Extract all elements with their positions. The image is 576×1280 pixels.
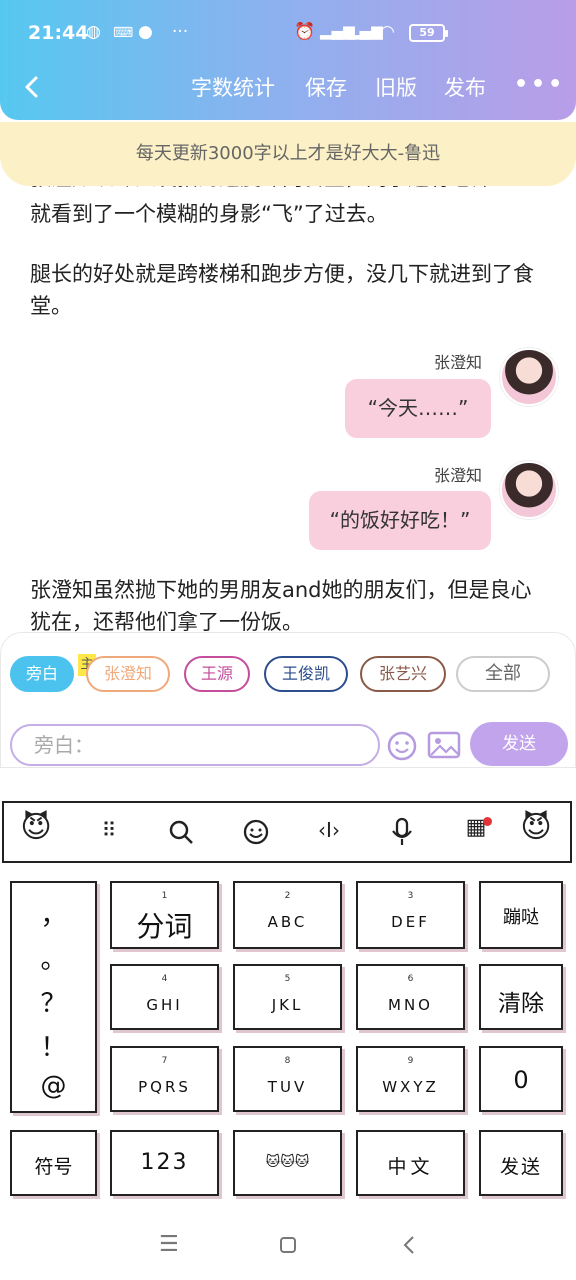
key-7-pqrs[interactable]: 7 PQRS — [110, 1046, 219, 1112]
comma-key[interactable]: ， — [12, 895, 95, 932]
key-2-abc[interactable]: 2 ABC — [233, 881, 342, 949]
chinese-mode-key[interactable]: 中文 — [356, 1130, 465, 1196]
question-key[interactable]: ？ — [12, 983, 95, 1020]
story-paragraph: 腿长的好处就是跨楼梯和跑步方便，没几下就进到了食堂。 — [30, 262, 534, 318]
word-count-button[interactable]: 字数统计 — [191, 72, 275, 102]
key-8-tuv[interactable]: 8 TUV — [233, 1046, 342, 1112]
menu-icon[interactable]: ☰ — [159, 1232, 179, 1257]
back-button[interactable] — [18, 72, 48, 102]
keyboard-send-key[interactable]: 发送 — [479, 1130, 563, 1196]
keyboard-status-icon: ⌨ — [113, 25, 134, 41]
signal-icon: ▂▄▆ — [348, 22, 383, 40]
keyboard-layout-icon[interactable]: ⠿ — [91, 818, 127, 842]
role-chip-narrator[interactable]: 旁白 — [10, 656, 74, 692]
key-bounce[interactable]: 蹦哒 — [479, 881, 563, 949]
home-icon[interactable] — [279, 1236, 297, 1254]
message-sender-name: 张澄知 — [434, 353, 483, 372]
save-button[interactable]: 保存 — [305, 72, 347, 102]
narration-input[interactable]: 旁白： — [10, 724, 380, 766]
emoji-icon[interactable] — [386, 730, 418, 762]
message-sender-name: 张澄知 — [434, 466, 483, 485]
old-version-button[interactable]: 旧版 — [375, 72, 417, 102]
kuromi-left-icon: 😈 — [20, 810, 52, 845]
key-3-def[interactable]: 3 DEF — [356, 881, 465, 949]
key-5-jkl[interactable]: 5 JKL — [233, 964, 342, 1030]
key-1-segment[interactable]: 1 分词 — [110, 881, 219, 949]
key-4-ghi[interactable]: 4 GHI — [110, 964, 219, 1030]
space-key[interactable]: 🐱🐱🐱 — [233, 1130, 342, 1196]
avatar[interactable] — [500, 348, 558, 406]
symbols-key[interactable]: 符号 — [10, 1130, 97, 1196]
cursor-move-icon[interactable]: ‹I› — [311, 818, 347, 842]
wifi-icon: ◠ — [380, 22, 395, 42]
message-bubble[interactable]: “的饭好好吃！” — [309, 491, 491, 550]
role-chip-zhang-yixing[interactable]: 张艺兴 — [360, 656, 446, 692]
notification-dot — [483, 817, 492, 826]
kuromi-right-icon: 😈 — [520, 810, 552, 845]
more-status-icon: ··· — [172, 22, 189, 42]
battery-icon: 59 — [409, 24, 448, 42]
image-icon[interactable] — [427, 730, 461, 760]
key-9-wxyz[interactable]: 9 WXYZ — [356, 1046, 465, 1112]
exclamation-key[interactable]: ！ — [12, 1027, 95, 1064]
role-chip-wang-yuan[interactable]: 王源 — [184, 656, 250, 692]
globe-icon: ◍ — [86, 22, 101, 42]
status-time: 21:44 — [28, 22, 89, 44]
search-icon[interactable] — [168, 819, 194, 845]
status-bar: 21:44 ◍ ⌨ ● ··· ⏰ ▂▄▆ ▂▄▆ ◠ 59 — [0, 0, 576, 66]
emoji-keyboard-icon[interactable] — [242, 818, 270, 846]
story-paragraph: 张澄知虽然抛下她的男朋友and她的朋友们，但是良心犹在，还帮他们拿了一份饭。 — [30, 578, 532, 634]
story-paragraph: 就看到了一个模糊的身影“飞”了过去。 — [30, 202, 388, 226]
punctuation-key-column[interactable]: ， 。 ？ ！ @ — [10, 881, 97, 1113]
wechat-icon: ● — [138, 22, 153, 42]
back-icon[interactable] — [400, 1234, 418, 1256]
role-chip-wang-junkai[interactable]: 王俊凯 — [264, 656, 348, 692]
role-chip-all[interactable]: 全部 — [456, 656, 550, 692]
at-key[interactable]: @ — [12, 1071, 95, 1101]
numbers-key[interactable]: 123 — [110, 1130, 219, 1196]
send-button[interactable]: 发送 — [470, 722, 568, 766]
period-key[interactable]: 。 — [12, 939, 95, 976]
publish-button[interactable]: 发布 — [444, 72, 486, 102]
notice-banner: 每天更新3000字以上才是好大大-鲁迅 — [0, 122, 576, 186]
more-menu-button[interactable]: ••• — [514, 72, 565, 97]
clear-key[interactable]: 清除 — [479, 964, 563, 1030]
microphone-icon[interactable] — [390, 817, 414, 847]
chevron-left-icon — [25, 76, 38, 98]
zero-key[interactable]: 0 — [479, 1046, 563, 1112]
alarm-icon: ⏰ — [294, 22, 316, 42]
avatar[interactable] — [500, 461, 558, 519]
message-bubble[interactable]: “今天……” — [345, 379, 491, 438]
key-6-mno[interactable]: 6 MNO — [356, 964, 465, 1030]
role-chip-zhang-chengzhi[interactable]: 张澄知 — [86, 656, 170, 692]
